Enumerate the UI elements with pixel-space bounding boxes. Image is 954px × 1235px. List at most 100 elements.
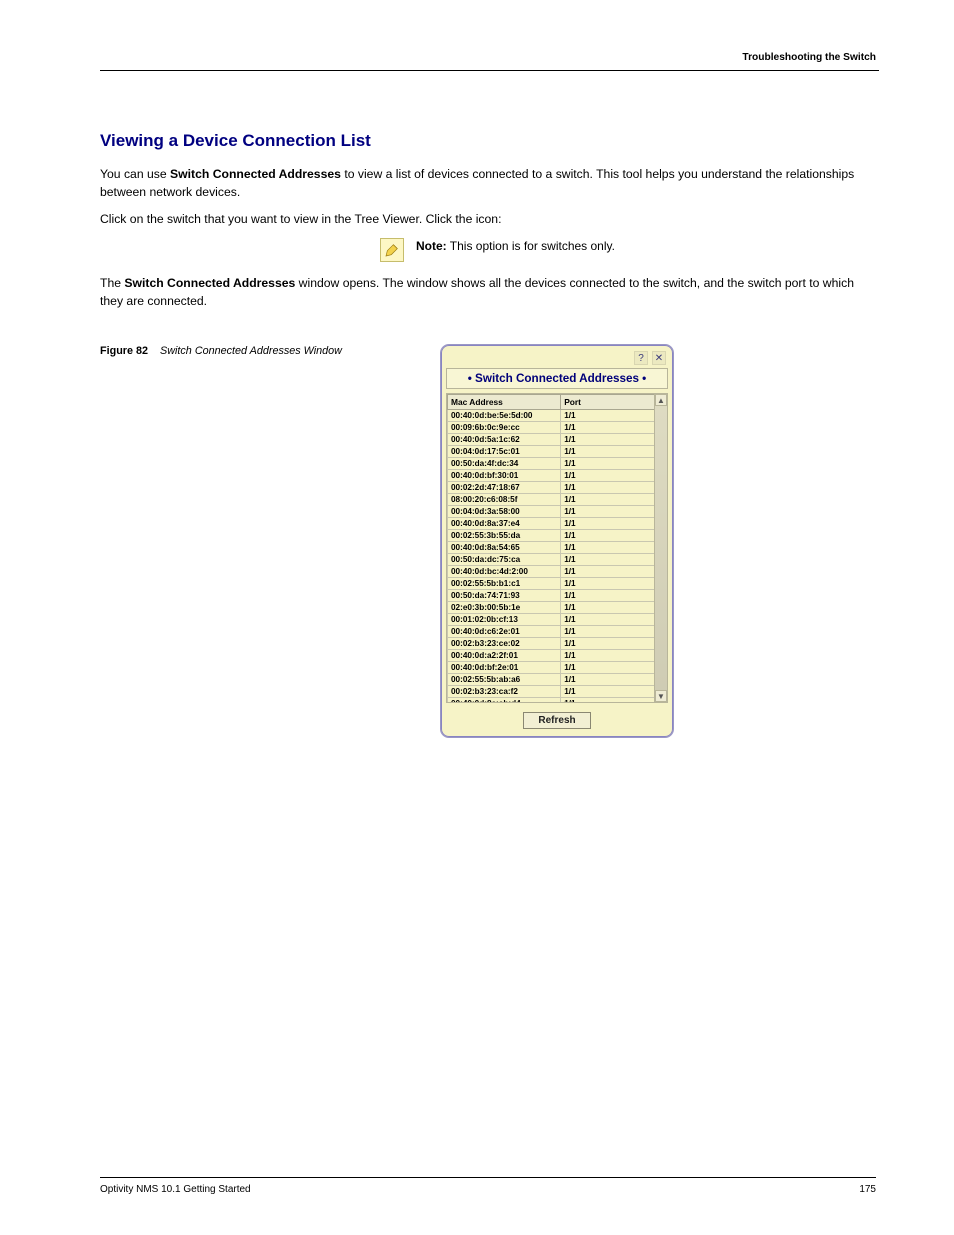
cell-mac: 00:09:6b:0c:9e:cc	[448, 422, 561, 434]
figure-title: Switch Connected Addresses Window	[160, 345, 342, 357]
header-chapter: Troubleshooting the Switch	[742, 52, 876, 63]
note-bold: Note:	[416, 239, 447, 253]
table-row[interactable]: 00:02:b3:23:ca:f21/1	[448, 686, 655, 698]
table-row[interactable]: 00:50:da:4f:dc:341/1	[448, 458, 655, 470]
cell-port: 1/1	[561, 434, 655, 446]
cell-mac: 00:02:55:5b:b1:c1	[448, 578, 561, 590]
scrollbar[interactable]: ▲ ▼	[654, 394, 667, 702]
table-row[interactable]: 00:40:0d:bf:30:011/1	[448, 470, 655, 482]
note-text: Note: This option is for switches only.	[416, 238, 615, 255]
table-row[interactable]: 00:02:b3:23:ce:021/1	[448, 638, 655, 650]
cell-mac: 00:01:02:0b:cf:13	[448, 614, 561, 626]
cell-port: 1/1	[561, 446, 655, 458]
cell-mac: 00:40:0d:bf:2e:01	[448, 662, 561, 674]
note-block: Note: This option is for switches only.	[380, 238, 810, 262]
cell-port: 1/1	[561, 410, 655, 422]
table-row[interactable]: 00:04:0d:3a:58:001/1	[448, 506, 655, 518]
cell-mac: 00:40:0d:8a:ab:d4	[448, 698, 561, 703]
cell-mac: 00:02:b3:23:ca:f2	[448, 686, 561, 698]
column-header-port[interactable]: Port	[561, 395, 655, 410]
table-row[interactable]: 00:04:0d:17:5c:011/1	[448, 446, 655, 458]
cell-mac: 00:04:0d:3a:58:00	[448, 506, 561, 518]
para3-bold: Switch Connected Addresses	[124, 276, 295, 290]
cell-port: 1/1	[561, 494, 655, 506]
footer-rule	[100, 1177, 876, 1178]
cell-mac: 00:02:55:5b:ab:a6	[448, 674, 561, 686]
cell-port: 1/1	[561, 422, 655, 434]
cell-port: 1/1	[561, 626, 655, 638]
scroll-up-icon[interactable]: ▲	[655, 394, 667, 406]
table-row[interactable]: 02:e0:3b:00:5b:1e1/1	[448, 602, 655, 614]
cell-mac: 00:50:da:dc:75:ca	[448, 554, 561, 566]
scroll-thumb[interactable]	[655, 406, 667, 690]
table-row[interactable]: 00:40:0d:8a:ab:d41/1	[448, 698, 655, 703]
cell-mac: 00:40:0d:be:5e:5d:00	[448, 410, 561, 422]
section-heading: Viewing a Device Connection List	[100, 131, 879, 151]
figure-number: Figure 82	[100, 345, 148, 357]
table-row[interactable]: 00:40:0d:a2:2f:011/1	[448, 650, 655, 662]
cell-port: 1/1	[561, 614, 655, 626]
widget-topbar: ? ✕	[446, 350, 668, 366]
note-icon	[380, 238, 404, 262]
table-row[interactable]: 00:02:2d:47:18:671/1	[448, 482, 655, 494]
figure-block: Figure 82 Switch Connected Addresses Win…	[100, 344, 879, 738]
cell-mac: 00:40:0d:bf:30:01	[448, 470, 561, 482]
table-row[interactable]: 00:02:55:5b:b1:c11/1	[448, 578, 655, 590]
cell-mac: 00:40:0d:a2:2f:01	[448, 650, 561, 662]
cell-mac: 00:02:2d:47:18:67	[448, 482, 561, 494]
cell-port: 1/1	[561, 686, 655, 698]
para1-bold: Switch Connected Addresses	[170, 167, 341, 181]
table-row[interactable]: 00:40:0d:bf:2e:011/1	[448, 662, 655, 674]
paragraph-result: The Switch Connected Addresses window op…	[100, 274, 879, 311]
connected-addresses-table: Mac Address Port 00:40:0d:be:5e:5d:001/1…	[447, 394, 655, 702]
cell-mac: 00:04:0d:17:5c:01	[448, 446, 561, 458]
table-row[interactable]: 00:40:0d:be:5e:5d:001/1	[448, 410, 655, 422]
para2a: Click on the switch that you want to vie…	[100, 212, 426, 226]
cell-mac: 00:40:0d:bc:4d:2:00	[448, 566, 561, 578]
cell-port: 1/1	[561, 566, 655, 578]
cell-mac: 08:00:20:c6:08:5f	[448, 494, 561, 506]
scroll-down-icon[interactable]: ▼	[655, 690, 667, 702]
table-row[interactable]: 00:40:0d:bc:4d:2:001/1	[448, 566, 655, 578]
cell-mac: 00:40:0d:8a:54:65	[448, 542, 561, 554]
table-row[interactable]: 00:50:da:dc:75:ca1/1	[448, 554, 655, 566]
footer-page-number: 175	[859, 1184, 876, 1195]
footer-doc-title: Optivity NMS 10.1 Getting Started	[100, 1184, 251, 1195]
screenshot-widget: ? ✕ • Switch Connected Addresses • Mac A…	[440, 344, 674, 738]
table-row[interactable]: 00:40:0d:8a:37:e41/1	[448, 518, 655, 530]
widget-title: • Switch Connected Addresses •	[446, 368, 668, 389]
cell-port: 1/1	[561, 602, 655, 614]
refresh-button[interactable]: Refresh	[523, 712, 590, 729]
cell-mac: 00:02:55:3b:55:da	[448, 530, 561, 542]
table-row[interactable]: 00:02:55:3b:55:da1/1	[448, 530, 655, 542]
help-icon[interactable]: ?	[634, 351, 648, 365]
cell-port: 1/1	[561, 482, 655, 494]
cell-port: 1/1	[561, 530, 655, 542]
table-row[interactable]: 00:01:02:0b:cf:131/1	[448, 614, 655, 626]
paragraph-step: Click on the switch that you want to vie…	[100, 210, 879, 228]
table-scroll-area: Mac Address Port 00:40:0d:be:5e:5d:001/1…	[446, 393, 668, 703]
table-row[interactable]: 00:40:0d:5a:1c:621/1	[448, 434, 655, 446]
page-footer: Optivity NMS 10.1 Getting Started 175	[100, 1177, 876, 1195]
table-row[interactable]: 00:40:0d:8a:54:651/1	[448, 542, 655, 554]
table-row[interactable]: 00:02:55:5b:ab:a61/1	[448, 674, 655, 686]
table-row[interactable]: 00:09:6b:0c:9e:cc1/1	[448, 422, 655, 434]
cell-port: 1/1	[561, 698, 655, 703]
cell-port: 1/1	[561, 590, 655, 602]
cell-mac: 00:50:da:4f:dc:34	[448, 458, 561, 470]
para2-icon-text: Click the icon:	[426, 212, 502, 226]
figure-caption: Figure 82 Switch Connected Addresses Win…	[100, 344, 440, 738]
para3-pre: The	[100, 276, 124, 290]
cell-mac: 02:e0:3b:00:5b:1e	[448, 602, 561, 614]
table-row[interactable]: 08:00:20:c6:08:5f1/1	[448, 494, 655, 506]
cell-port: 1/1	[561, 518, 655, 530]
cell-port: 1/1	[561, 662, 655, 674]
cell-port: 1/1	[561, 470, 655, 482]
column-header-mac[interactable]: Mac Address	[448, 395, 561, 410]
table-row[interactable]: 00:40:0d:c6:2e:011/1	[448, 626, 655, 638]
note-rest: This option is for switches only.	[447, 239, 615, 253]
paragraph-intro: You can use Switch Connected Addresses t…	[100, 165, 879, 202]
table-row[interactable]: 00:50:da:74:71:931/1	[448, 590, 655, 602]
cell-port: 1/1	[561, 638, 655, 650]
close-icon[interactable]: ✕	[652, 351, 666, 365]
